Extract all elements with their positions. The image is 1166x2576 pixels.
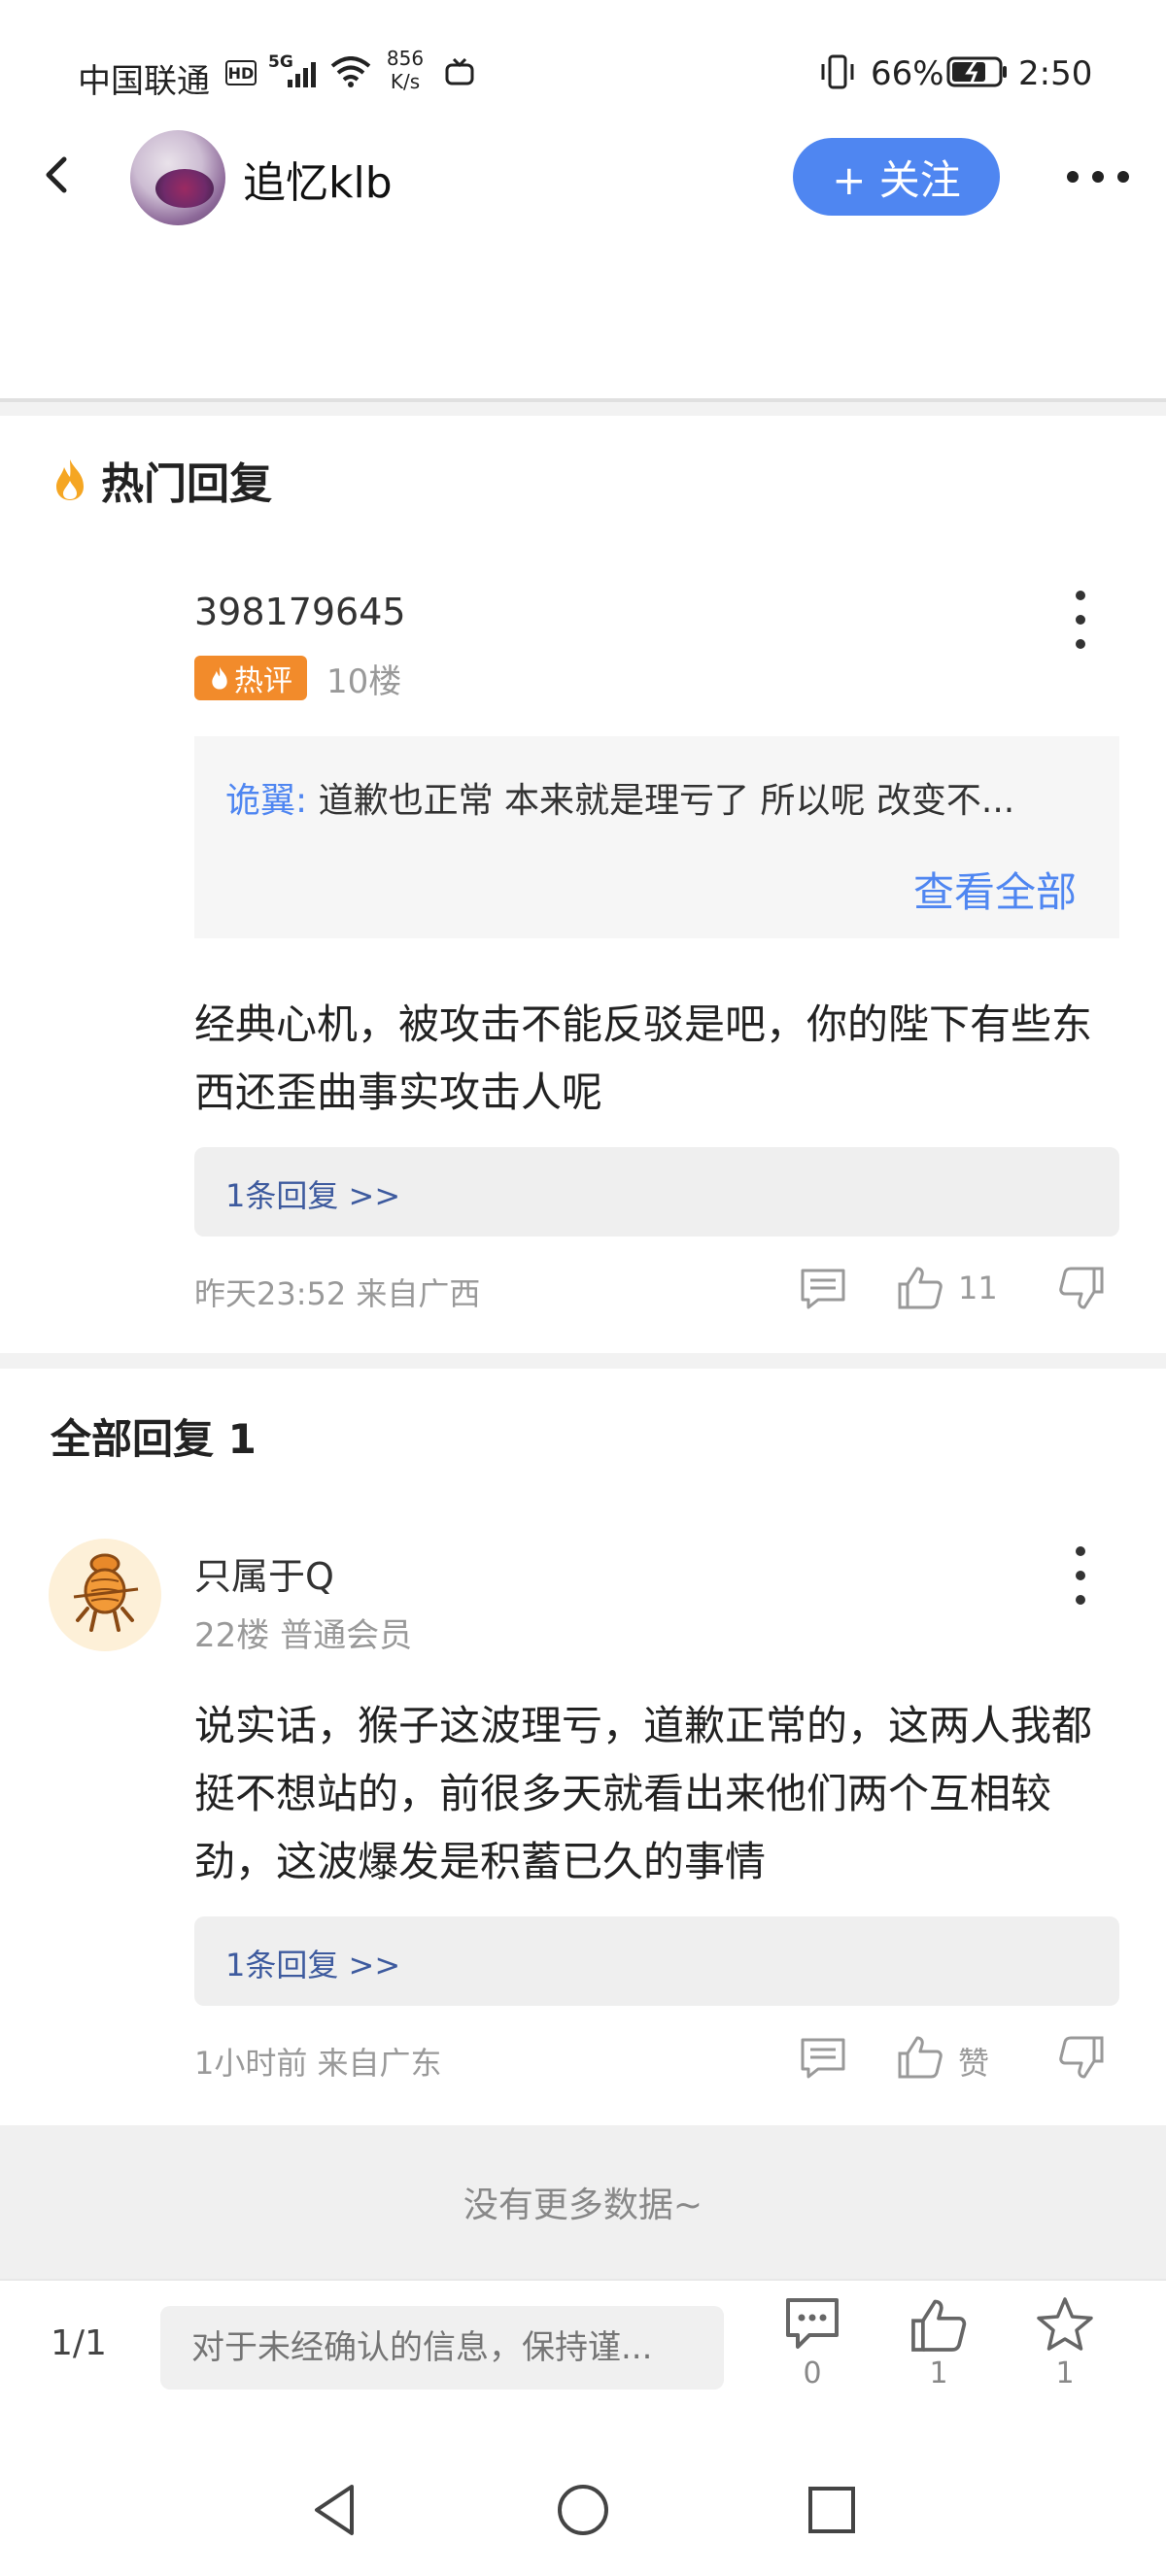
dot — [1092, 171, 1104, 183]
more-options-button[interactable] — [1059, 160, 1137, 193]
hot-comment-reply-link[interactable]: 1条回复 >> — [225, 1171, 400, 1216]
net-speed-unit: K/s — [390, 70, 421, 93]
flame-icon — [56, 459, 84, 500]
dot — [1067, 171, 1079, 183]
section-gap — [0, 402, 1166, 416]
comment-count: 0 — [803, 2356, 822, 2390]
reply-icon[interactable] — [799, 1267, 847, 1311]
tv-icon — [445, 58, 474, 85]
nav-home-icon[interactable] — [554, 2481, 612, 2539]
comment-count-button[interactable]: 0 — [764, 2296, 861, 2413]
system-nav-bar — [0, 2444, 1166, 2576]
quote-author[interactable]: 诡翼: — [225, 781, 307, 821]
hot-comment-text: 经典心机，被攻击不能反驳是吧，你的陛下有些东西还歪曲事实攻击人呢 — [194, 1000, 1093, 1116]
back-button[interactable] — [29, 146, 87, 204]
like-post-button[interactable]: 1 — [890, 2296, 987, 2413]
quote-line: 诡翼: 道歉也正常 本来就是理亏了 所以呢 改变不... — [225, 772, 1014, 823]
commenter-floor-level: 22楼 普通会员 — [194, 1616, 413, 1655]
comment-meta: 1小时前 来自广东 — [194, 2045, 442, 2082]
hot-badge-label: 热评 — [234, 664, 292, 698]
hot-replies-heading: 热门回复 — [51, 449, 272, 511]
nav-recents-icon[interactable] — [803, 2481, 861, 2539]
comment-icon — [786, 2298, 839, 2349]
status-bar: 中国联通 HD 5G 856 K/s 66% 2:50 — [0, 0, 1166, 146]
page-indicator[interactable]: 1/1 — [51, 2323, 107, 2363]
dot — [1076, 639, 1085, 649]
dot — [1076, 591, 1085, 600]
dot — [1076, 615, 1085, 625]
star-icon — [1037, 2297, 1093, 2351]
net-speed-value: 856 — [386, 47, 425, 70]
hot-comment-user[interactable]: 398179645 — [194, 591, 406, 633]
net-speed: 856 K/s — [381, 47, 429, 93]
favorite-button[interactable]: 1 — [1016, 2296, 1114, 2413]
hot-comment-floor: 10楼 — [326, 662, 402, 701]
flame-icon — [212, 666, 227, 690]
comment-text: 说实话，猴子这波理亏，道歉正常的，这两人我都挺不想站的，前很多天就看出来他们两个… — [194, 1702, 1093, 1885]
dot — [1076, 1571, 1085, 1580]
carrier-label: 中国联通 — [78, 62, 210, 101]
commenter-avatar[interactable] — [49, 1539, 161, 1651]
no-more-data: 没有更多数据~ — [0, 2125, 1166, 2279]
hot-like-count: 11 — [958, 1270, 998, 1306]
post-like-count: 1 — [929, 2356, 948, 2390]
comment-input[interactable] — [160, 2306, 724, 2390]
hot-badge: 热评 — [194, 656, 307, 700]
favorite-count: 1 — [1055, 2356, 1075, 2390]
thumbs-up-icon[interactable] — [896, 1265, 944, 1309]
vibrate-icon — [821, 54, 854, 89]
hot-replies-title: 热门回复 — [101, 459, 272, 509]
clock: 2:50 — [1018, 54, 1093, 93]
monkey-avatar-icon — [73, 1553, 139, 1632]
dot — [1117, 171, 1129, 183]
signal-icon — [288, 62, 316, 87]
hot-comment-more-button[interactable] — [1071, 591, 1090, 649]
author-name[interactable]: 追忆klb — [243, 148, 393, 210]
dot — [1076, 1546, 1085, 1556]
thumbs-up-icon[interactable] — [896, 2034, 944, 2079]
quote-text: 道歉也正常 本来就是理亏了 所以呢 改变不... — [307, 781, 1015, 821]
commenter-name[interactable]: 只属于Q — [194, 1546, 334, 1600]
nav-back-icon[interactable] — [307, 2481, 365, 2539]
view-all-link[interactable]: 查看全部 — [913, 860, 1077, 919]
battery-percent: 66% — [871, 54, 944, 93]
author-avatar[interactable] — [130, 130, 225, 225]
battery-icon — [946, 56, 1007, 87]
follow-button[interactable]: + 关注 — [793, 138, 1000, 216]
wifi-icon — [330, 56, 371, 87]
chevron-left-icon — [46, 156, 67, 193]
like-label: 赞 — [958, 2045, 990, 2082]
all-replies-title: 全部回复 1 — [51, 1415, 257, 1463]
hd-badge: HD — [225, 60, 257, 85]
hot-comment-meta: 昨天23:52 来自广西 — [194, 1275, 481, 1312]
comment-reply-link[interactable]: 1条回复 >> — [225, 1941, 400, 1985]
section-divider — [0, 1353, 1166, 1369]
reply-icon[interactable] — [799, 2036, 847, 2081]
thumbs-down-icon[interactable] — [1057, 2036, 1106, 2081]
thumbs-up-icon — [911, 2299, 967, 2352]
comment-more-button[interactable] — [1071, 1546, 1090, 1605]
dot — [1076, 1595, 1085, 1605]
thumbs-down-icon[interactable] — [1057, 1267, 1106, 1311]
